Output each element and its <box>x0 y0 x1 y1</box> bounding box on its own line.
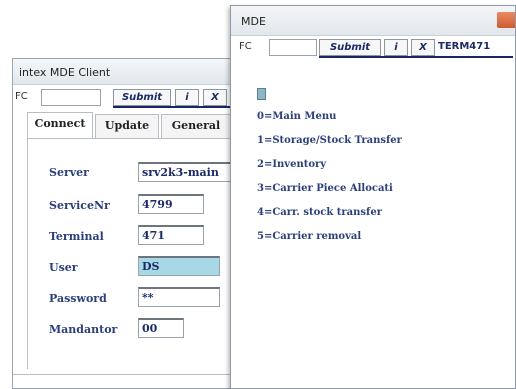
terminal-label: Terminal <box>49 230 104 243</box>
client-window-title: intex MDE Client <box>19 66 111 79</box>
client-tab-strip: Connect Update General <box>27 112 253 140</box>
mde-info-button[interactable]: i <box>384 39 408 56</box>
tab-update[interactable]: Update <box>95 114 159 138</box>
menu-item-carrier-stock-transfer[interactable]: 4=Carr. stock transfer <box>257 207 382 218</box>
menu-item-carrier-removal[interactable]: 5=Carrier removal <box>257 231 361 242</box>
client-info-button[interactable]: i <box>175 89 199 106</box>
menu-item-inventory[interactable]: 2=Inventory <box>257 159 326 170</box>
password-field[interactable]: ** <box>138 287 220 307</box>
mde-submit-button[interactable]: Submit <box>319 39 381 56</box>
client-command-input[interactable] <box>41 89 101 106</box>
client-close-button[interactable]: X <box>203 89 227 106</box>
password-label: Password <box>49 292 107 305</box>
mde-toolbar-label: FC <box>239 41 252 52</box>
client-footer-divider <box>13 374 253 375</box>
client-submit-button[interactable]: Submit <box>113 89 171 106</box>
mde-window-close-icon[interactable] <box>497 12 515 28</box>
tab-connect[interactable]: Connect <box>27 112 93 138</box>
mde-command-input[interactable] <box>269 39 317 56</box>
mde-window-title: MDE <box>241 15 266 28</box>
tab-general[interactable]: General <box>161 114 231 138</box>
menu-item-storage-stock-transfer[interactable]: 1=Storage/Stock Transfer <box>257 135 402 146</box>
mde-close-button[interactable]: X <box>411 39 435 56</box>
client-title-bar[interactable]: intex MDE Client <box>13 59 252 85</box>
user-field[interactable]: DS <box>138 256 220 276</box>
server-label: Server <box>49 166 89 179</box>
client-window: intex MDE Client FC Submit i X Connect U… <box>12 58 254 389</box>
servicenr-field[interactable]: 4799 <box>138 194 204 214</box>
user-label: User <box>49 261 78 274</box>
mde-toolbar: FC Submit i X TERM471 <box>231 39 516 58</box>
mde-title-bar[interactable]: MDE <box>231 6 515 36</box>
servicenr-label: ServiceNr <box>49 199 110 212</box>
mandantor-label: Mandantor <box>49 323 118 336</box>
mde-toolbar-underline <box>319 56 513 58</box>
mde-window: MDE FC Submit i X TERM471 0=Main Menu 1=… <box>230 5 516 389</box>
menu-item-carrier-piece-allocation[interactable]: 3=Carrier Piece Allocati <box>257 183 393 194</box>
mde-menu-input[interactable] <box>257 88 266 100</box>
terminal-id-label: TERM471 <box>438 41 491 52</box>
menu-item-main-menu[interactable]: 0=Main Menu <box>257 111 336 122</box>
mandantor-field[interactable]: 00 <box>138 318 184 338</box>
terminal-field[interactable]: 471 <box>138 225 204 245</box>
client-toolbar-label: FC <box>15 91 28 102</box>
client-toolbar: FC Submit i X <box>13 89 253 108</box>
